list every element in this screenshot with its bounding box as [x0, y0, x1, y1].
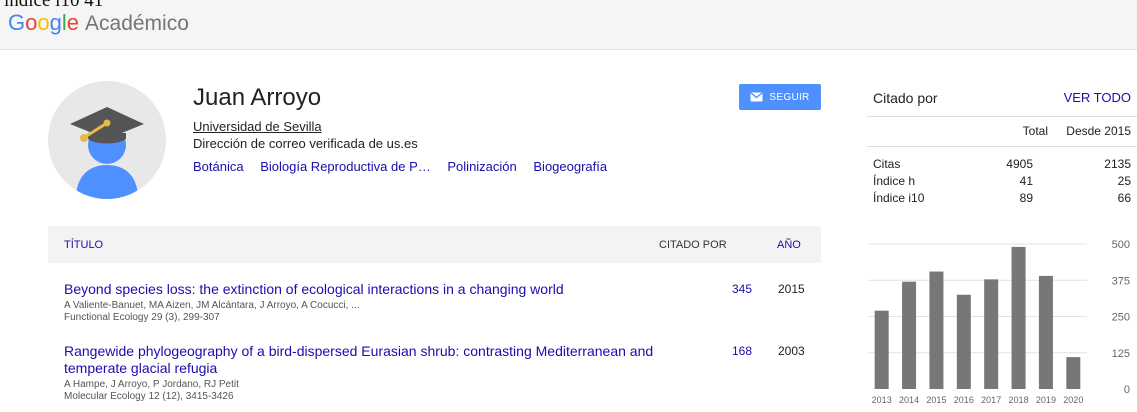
profile-affiliation-link[interactable]: Universidad de Sevilla — [193, 119, 322, 134]
publication-title-link[interactable]: Beyond species loss: the extinction of e… — [64, 281, 654, 298]
interest-link[interactable]: Biogeografía — [533, 159, 607, 174]
table-row: Rangewide phylogeography of a bird-dispe… — [64, 343, 821, 403]
view-all-link[interactable]: VER TODO — [1059, 90, 1131, 105]
y-tick-label: 250 — [1112, 312, 1130, 324]
table-row: Beyond species loss: the extinction of e… — [64, 281, 821, 324]
bar-2014[interactable] — [902, 281, 917, 389]
cited-by-title: Citado por — [873, 90, 938, 106]
research-interests: Botánica Biología Reproductiva de P… Pol… — [193, 159, 620, 174]
y-tick-label: 375 — [1112, 275, 1130, 287]
app-header: indice i10 41 Google Académico — [0, 0, 1137, 50]
y-tick-label: 125 — [1112, 348, 1130, 360]
since-column-header: Desde 2015 — [1066, 124, 1131, 138]
citations-per-year-chart: 500 375 250 125 0 2013 2014 2015 2016 2017 2018 201… — [862, 234, 1137, 412]
x-tick-label: 2016 — [954, 395, 974, 405]
stat-total-h-index: 41 — [1019, 174, 1033, 188]
divider — [867, 116, 1137, 117]
logo-product: Académico — [85, 12, 189, 35]
x-tick-label: 2020 — [1063, 395, 1083, 405]
interest-link[interactable]: Biología Reproductiva de P… — [260, 159, 431, 174]
publication-title-link[interactable]: Rangewide phylogeography of a bird-dispe… — [64, 343, 654, 377]
y-tick-label: 0 — [1124, 384, 1130, 396]
logo-brand: Google — [8, 10, 80, 35]
bar-2015[interactable] — [929, 271, 944, 389]
stat-since-i10-index: 66 — [1117, 191, 1131, 205]
clipped-top-text: indice i10 41 — [4, 0, 104, 11]
cited-by-header[interactable]: CITADO POR — [659, 239, 727, 251]
cited-by-count-link[interactable]: 345 — [712, 282, 752, 296]
x-tick-label: 2014 — [899, 395, 919, 405]
follow-button-label: SEGUIR — [769, 91, 810, 103]
citations-bar-chart: 500 375 250 125 0 2013 2014 2015 2016 2017 2018 201… — [868, 239, 1130, 405]
bar-2020[interactable] — [1066, 357, 1081, 389]
x-tick-label: 2017 — [981, 395, 1001, 405]
bar-2013[interactable] — [874, 310, 889, 389]
profile-name: Juan Arroyo — [193, 84, 322, 111]
stat-label-i10-index: Índice i10 — [873, 191, 925, 205]
total-column-header: Total — [1022, 124, 1048, 138]
publication-year: 2015 — [778, 282, 805, 296]
y-tick-label: 500 — [1112, 239, 1130, 251]
publication-authors: A Valiente-Banuet, MA Aizen, JM Alcántar… — [64, 300, 360, 311]
publication-venue: Molecular Ecology 12 (12), 3415-3426 — [64, 391, 234, 402]
stat-label-h-index: Índice h — [873, 174, 916, 188]
avatar — [48, 81, 166, 199]
cited-by-count-link[interactable]: 168 — [712, 344, 752, 358]
interest-link[interactable]: Botánica — [193, 159, 244, 174]
x-tick-label: 2013 — [872, 395, 892, 405]
scholar-logo[interactable]: Google Académico — [8, 10, 189, 37]
divider — [867, 146, 1137, 147]
publication-authors: A Hampe, J Arroyo, P Jordano, RJ Petit — [64, 379, 239, 390]
profile-email-note: Dirección de correo verificada de us.es — [193, 136, 418, 151]
bar-2017[interactable] — [984, 279, 999, 389]
publication-year: 2003 — [778, 344, 805, 358]
interest-link[interactable]: Polinización — [447, 159, 516, 174]
bar-2016[interactable] — [956, 294, 971, 389]
sort-by-title-header[interactable]: TÍTULO — [64, 239, 103, 251]
stat-since-citations: 2135 — [1104, 157, 1131, 171]
bar-2019[interactable] — [1038, 275, 1053, 389]
x-tick-label: 2018 — [1009, 395, 1029, 405]
stat-total-i10-index: 89 — [1019, 191, 1033, 205]
publication-venue: Functional Ecology 29 (3), 299-307 — [64, 312, 220, 323]
x-tick-label: 2019 — [1036, 395, 1056, 405]
bar-2018[interactable] — [1011, 246, 1026, 389]
stat-label-citations: Citas — [873, 157, 901, 171]
stat-total-citations: 4905 — [1006, 157, 1033, 171]
publications-table-header: TÍTULO CITADO POR AÑO — [48, 226, 821, 263]
sort-by-year-header[interactable]: AÑO — [777, 239, 801, 251]
x-tick-label: 2015 — [926, 395, 946, 405]
follow-button[interactable]: SEGUIR — [739, 84, 821, 110]
stat-since-h-index: 25 — [1117, 174, 1131, 188]
graduation-cap-avatar-icon — [48, 81, 166, 199]
envelope-icon — [750, 92, 763, 102]
